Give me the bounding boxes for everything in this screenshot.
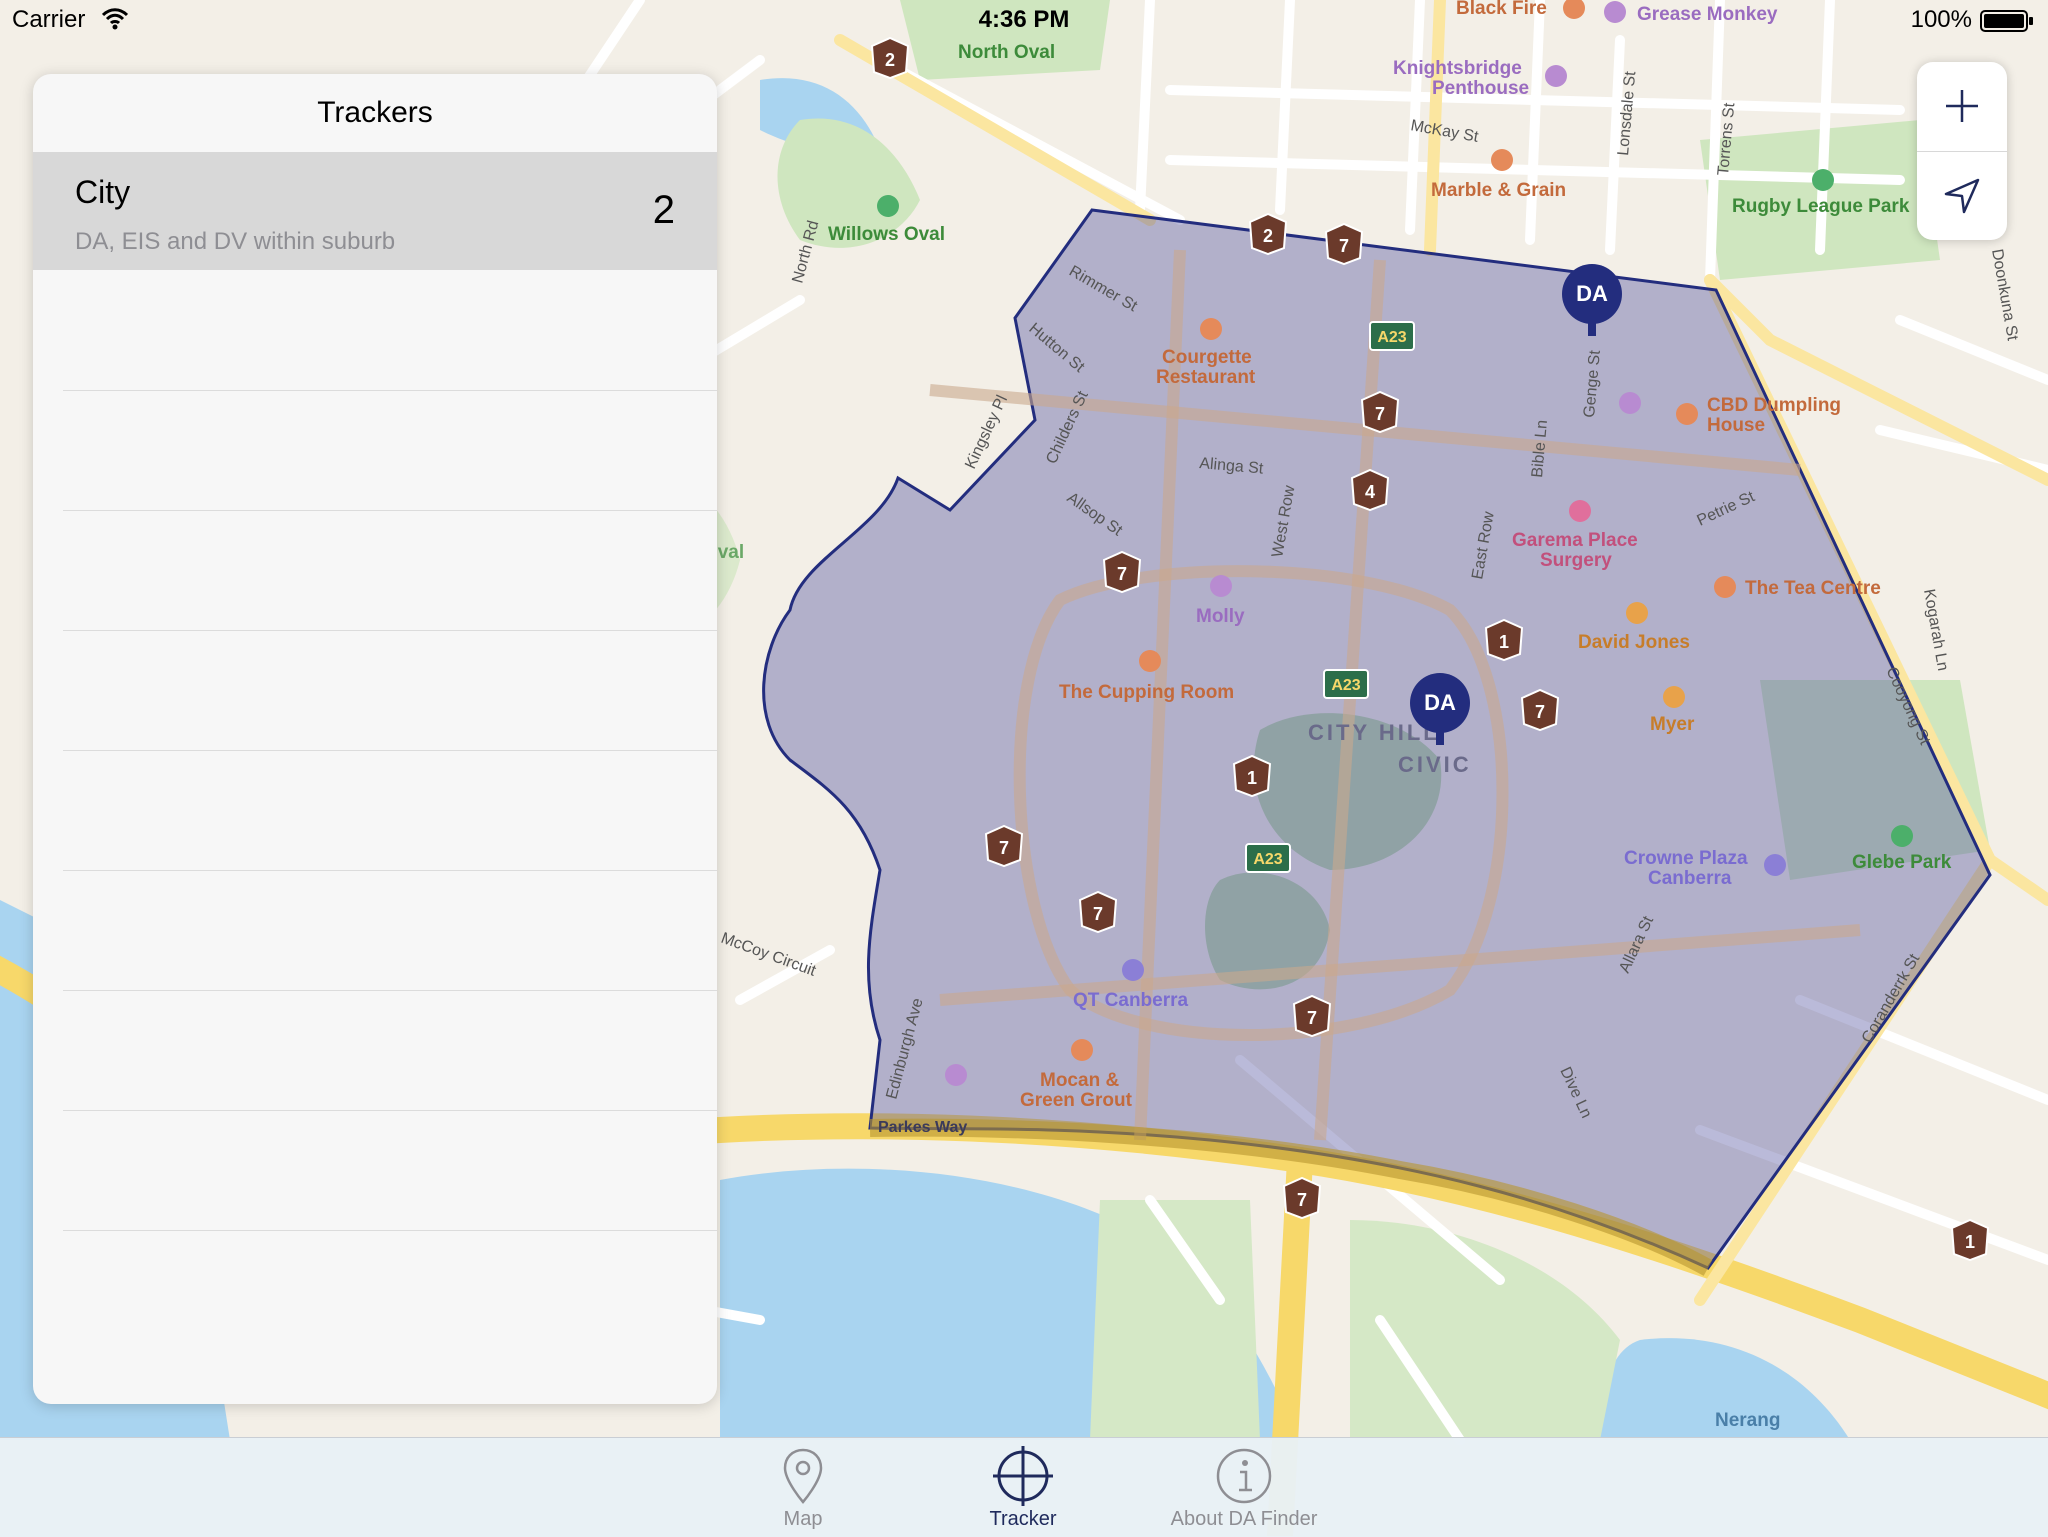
battery-icon: [1980, 10, 2033, 32]
crosshair-icon: [993, 1446, 1053, 1506]
restaurant-icon[interactable]: [1676, 403, 1698, 425]
map-pin-icon: [783, 1448, 823, 1504]
route-shield-7: 7: [1535, 702, 1545, 722]
map-label: The Cupping Room: [1059, 682, 1234, 703]
map-label: Restaurant: [1156, 367, 1256, 388]
road-sign-a23: A23: [1377, 329, 1406, 346]
tab-tracker[interactable]: Tracker: [962, 1438, 1084, 1537]
restaurant-icon[interactable]: [1491, 149, 1513, 171]
cafe-icon[interactable]: [1714, 576, 1736, 598]
trackers-panel: Trackers City DA, EIS and DV within subu…: [33, 74, 717, 1404]
park-icon[interactable]: [877, 195, 899, 217]
map-label: Molly: [1196, 606, 1245, 627]
route-shield-7: 7: [1093, 904, 1103, 924]
zoom-in-button[interactable]: [1917, 62, 2007, 150]
battery-percent: 100%: [1910, 6, 1972, 33]
empty-row-divider: [63, 870, 717, 871]
map-label: Glebe Park: [1852, 852, 1952, 873]
bar-icon[interactable]: [1210, 575, 1232, 597]
tracker-description: DA, EIS and DV within suburb: [75, 228, 396, 255]
theater-icon[interactable]: [945, 1064, 967, 1086]
map-label: CIVIC: [1398, 752, 1472, 777]
status-time: 4:36 PM: [978, 6, 1070, 33]
tracker-name: City: [75, 174, 131, 210]
bar-icon[interactable]: [1545, 65, 1567, 87]
tab-map[interactable]: Map: [742, 1438, 864, 1537]
map-label: CBD Dumpling: [1707, 395, 1841, 416]
route-shield-1: 1: [1499, 632, 1509, 652]
map-label: Marble & Grain: [1431, 180, 1566, 201]
da-pin-label: DA: [1562, 264, 1622, 324]
map-label: Nerang: [1715, 1410, 1780, 1431]
status-bar: Carrier 4:36 PM 100%: [0, 0, 2048, 40]
map-label: Rugby League Park: [1732, 196, 1910, 217]
route-shield-4: 4: [1365, 482, 1375, 502]
route-shield-7: 7: [1339, 236, 1349, 256]
park-icon[interactable]: [1891, 825, 1913, 847]
route-shield-7: 7: [1375, 404, 1385, 424]
map-label: Penthouse: [1432, 78, 1529, 99]
map-label: Surgery: [1540, 550, 1612, 571]
map-label: Willows Oval: [828, 224, 945, 245]
park-icon[interactable]: [1812, 169, 1834, 191]
route-shield-1: 1: [1247, 768, 1257, 788]
theater-icon[interactable]: [1619, 392, 1641, 414]
road-sign-a23: A23: [1253, 851, 1282, 868]
map-controls: [1917, 62, 2007, 240]
map-label: Myer: [1650, 714, 1695, 735]
route-shield-7: 7: [1307, 1008, 1317, 1028]
empty-row-divider: [63, 1110, 717, 1111]
tab-about[interactable]: About DA Finder: [1156, 1438, 1332, 1537]
locate-me-button[interactable]: [1917, 152, 2007, 240]
empty-row-divider: [63, 1230, 717, 1231]
route-shield-7: 7: [999, 838, 1009, 858]
map-label: Crowne Plaza: [1624, 848, 1748, 869]
tab-bar: Map Tracker About DA Finder: [0, 1437, 2048, 1537]
medical-icon[interactable]: [1569, 500, 1591, 522]
map-label: Knightsbridge: [1393, 58, 1522, 79]
tracker-row[interactable]: City DA, EIS and DV within suburb 2: [33, 152, 717, 270]
restaurant-icon[interactable]: [1200, 318, 1222, 340]
route-shield-7: 7: [1297, 1190, 1307, 1210]
da-pin[interactable]: DA: [1562, 264, 1622, 340]
tracker-count: 2: [652, 188, 675, 232]
map-label: Garema Place: [1512, 530, 1638, 551]
empty-row-divider: [63, 510, 717, 511]
shopping-icon[interactable]: [1663, 686, 1685, 708]
road-sign-a23: A23: [1331, 677, 1360, 694]
map-label: North Oval: [958, 42, 1055, 63]
tab-label: Map: [783, 1508, 823, 1530]
info-icon: [1216, 1448, 1272, 1504]
empty-row-divider: [63, 990, 717, 991]
empty-row-divider: [63, 390, 717, 391]
tab-label: About DA Finder: [1170, 1508, 1318, 1530]
map-label: Courgette: [1162, 347, 1252, 368]
map-label: QT Canberra: [1073, 990, 1189, 1011]
route-shield-7: 7: [1117, 564, 1127, 584]
cafe-icon[interactable]: [1139, 650, 1161, 672]
map-label: Canberra: [1648, 868, 1732, 889]
plus-icon: [1946, 90, 1978, 122]
restaurant-icon[interactable]: [1071, 1039, 1093, 1061]
route-shield-1: 1: [1965, 1232, 1975, 1252]
empty-row-divider: [63, 750, 717, 751]
map-label: David Jones: [1578, 632, 1690, 653]
tab-label: Tracker: [989, 1508, 1057, 1530]
da-pin-label: DA: [1410, 673, 1470, 733]
hotel-icon[interactable]: [1122, 959, 1144, 981]
route-shield-2: 2: [885, 50, 895, 70]
panel-title: Trackers: [317, 96, 433, 129]
map-label: Mocan &: [1040, 1070, 1119, 1091]
map-label: House: [1707, 415, 1765, 436]
map-label: Green Grout: [1020, 1090, 1133, 1111]
route-shield-2: 2: [1263, 226, 1273, 246]
location-arrow-icon: [1944, 178, 1980, 214]
map-label: The Tea Centre: [1745, 578, 1881, 599]
street-label: Parkes Way: [878, 1119, 967, 1136]
hotel-icon[interactable]: [1764, 854, 1786, 876]
shopping-icon[interactable]: [1626, 602, 1648, 624]
empty-row-divider: [63, 630, 717, 631]
da-pin[interactable]: DA: [1410, 673, 1470, 749]
